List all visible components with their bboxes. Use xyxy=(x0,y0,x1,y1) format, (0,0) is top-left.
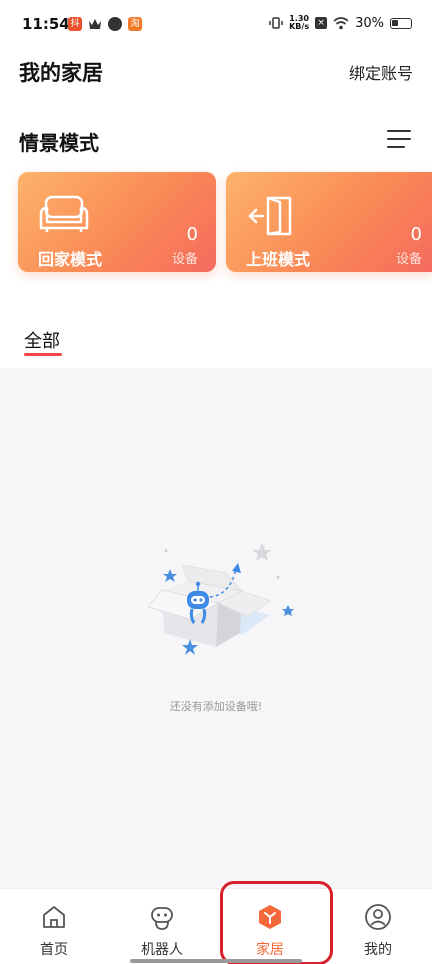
bind-account-button[interactable]: 绑定账号 xyxy=(349,60,413,84)
empty-state-text: 还没有添加设备哦! xyxy=(169,700,263,713)
sofa-icon xyxy=(39,195,89,232)
status-right: 1.30 KB/s × 30% xyxy=(269,15,412,31)
notification-icons: 抖 淘 xyxy=(68,17,142,31)
battery-icon xyxy=(390,17,412,29)
scene-device-count: 0 xyxy=(186,224,198,245)
net-speed: 1.30 KB/s xyxy=(289,15,309,31)
vibrate-icon xyxy=(269,17,283,29)
bottom-nav: 首页 机器人 家居 我的 xyxy=(0,888,432,964)
scene-name: 回家模式 xyxy=(38,250,103,269)
nav-item-home[interactable]: 首页 xyxy=(0,889,108,964)
tab-all[interactable]: 全部 xyxy=(24,327,60,353)
app-notification-icon: 抖 xyxy=(68,17,82,31)
scene-name: 上班模式 xyxy=(246,250,311,269)
page-title: 我的家居 xyxy=(19,61,103,85)
nav-label: 首页 xyxy=(40,942,68,958)
nav-item-mine[interactable]: 我的 xyxy=(324,889,432,964)
tab-active-indicator xyxy=(24,353,62,356)
nav-label: 我的 xyxy=(364,942,392,958)
empty-box-illustration xyxy=(147,543,294,655)
status-bar: 11:54 抖 淘 1.30 KB/s × 30% xyxy=(0,0,432,52)
scene-section-title: 情景模式 xyxy=(19,131,99,155)
scene-device-count: 0 xyxy=(410,224,422,245)
status-time: 11:54 xyxy=(22,15,70,33)
no-sim-icon: × xyxy=(315,17,328,29)
highlight-annotation xyxy=(220,881,333,964)
person-icon xyxy=(365,904,391,930)
net-speed-unit: KB/s xyxy=(289,22,310,31)
scene-card-work[interactable]: 上班模式 0 设备 xyxy=(226,172,432,272)
home-indicator[interactable] xyxy=(130,959,302,963)
wifi-icon xyxy=(333,16,349,29)
nav-item-robot[interactable]: 机器人 xyxy=(108,889,216,964)
scene-device-unit: 设备 xyxy=(395,252,422,267)
check-circle-icon xyxy=(108,17,122,31)
nav-label: 机器人 xyxy=(141,942,183,958)
scene-device-unit: 设备 xyxy=(171,252,198,267)
app-notification-icon-2: 淘 xyxy=(128,17,142,31)
scene-card-home[interactable]: 回家模式 0 设备 xyxy=(18,172,216,272)
crown-icon xyxy=(89,19,101,29)
door-exit-icon xyxy=(248,196,292,236)
battery-percent: 30% xyxy=(355,15,384,31)
menu-icon[interactable] xyxy=(387,130,411,148)
house-icon xyxy=(43,906,65,928)
robot-icon xyxy=(151,907,173,930)
